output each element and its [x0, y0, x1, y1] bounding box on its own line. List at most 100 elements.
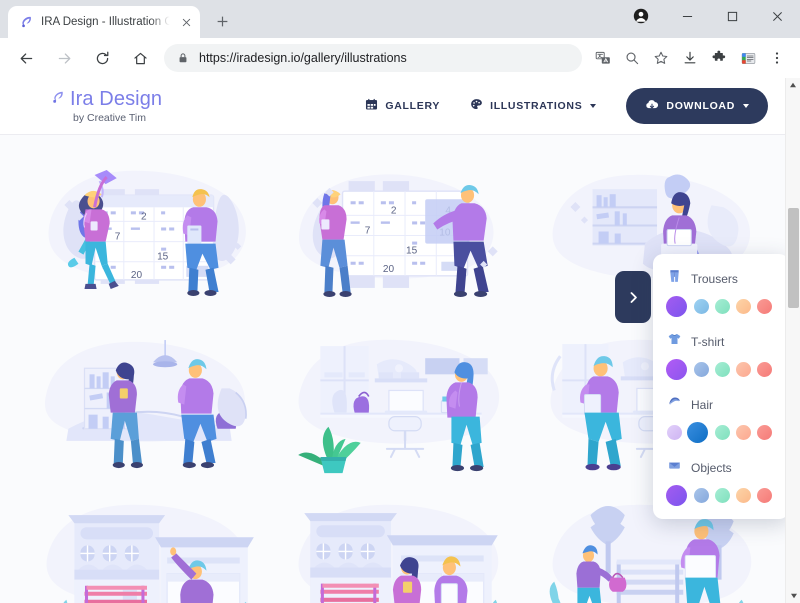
tab-close-icon[interactable] [178, 14, 194, 30]
page-scrollbar[interactable] [785, 78, 800, 603]
download-button[interactable]: DOWNLOAD [626, 88, 768, 124]
color-customizer-panel[interactable]: Trousers T-shirt Hair Objects [653, 254, 789, 519]
color-swatch[interactable] [666, 296, 687, 317]
svg-text:20: 20 [131, 270, 143, 281]
chevron-down-icon [743, 104, 749, 108]
site-header: Ira Design by Creative Tim GALLERY ILLUS… [0, 78, 800, 135]
lock-icon [176, 45, 190, 71]
customizer-label: Objects [691, 460, 732, 475]
scroll-up-arrow-icon[interactable] [786, 78, 800, 92]
back-arrow-icon[interactable] [12, 44, 40, 72]
customizer-group-hair: Hair [653, 394, 789, 443]
svg-text:15: 15 [157, 252, 169, 263]
tab-strip: IRA Design - Illustration Gallery [0, 0, 800, 38]
customizer-group-tshirt: T-shirt [653, 331, 789, 380]
browser-tab[interactable]: IRA Design - Illustration Gallery [8, 6, 200, 38]
customizer-label: Trousers [691, 271, 738, 286]
tab-title: IRA Design - Illustration Gallery [41, 16, 171, 28]
scrollbar-thumb[interactable] [788, 208, 799, 308]
download-button-label: DOWNLOAD [666, 100, 735, 112]
objects-icon [667, 457, 682, 478]
color-swatch[interactable] [736, 299, 751, 314]
window-controls [665, 0, 800, 32]
color-swatch[interactable] [715, 362, 730, 377]
bookmark-star-icon[interactable] [648, 45, 674, 71]
zoom-search-icon[interactable] [619, 45, 645, 71]
color-swatch[interactable] [694, 362, 709, 377]
maximize-icon[interactable] [710, 0, 755, 32]
nav-gallery[interactable]: GALLERY [365, 98, 440, 114]
svg-text:7: 7 [115, 232, 121, 243]
customizer-group-trousers: Trousers [653, 268, 789, 317]
browser-profile-icon[interactable] [735, 45, 761, 71]
color-swatch[interactable] [667, 425, 682, 440]
tshirt-icon [667, 331, 682, 352]
chevron-down-icon [590, 104, 597, 108]
brand-name: Ira Design [70, 88, 163, 110]
hair-icon [667, 394, 682, 415]
color-swatch[interactable] [666, 359, 687, 380]
site-nav: GALLERY ILLUSTRATIONS DOWNLOAD [365, 88, 768, 124]
carousel-next-button[interactable] [615, 271, 651, 323]
illustration-card[interactable] [22, 314, 274, 479]
nav-illustrations[interactable]: ILLUSTRATIONS [470, 98, 597, 114]
forward-arrow-icon [50, 44, 78, 72]
address-bar-url: https://iradesign.io/gallery/illustratio… [199, 51, 407, 65]
trousers-icon [667, 268, 682, 289]
color-swatch[interactable] [736, 425, 751, 440]
page-viewport: Ira Design by Creative Tim GALLERY ILLUS… [0, 78, 800, 603]
color-swatch[interactable] [694, 299, 709, 314]
customizer-swatches [666, 485, 789, 506]
illustration-card[interactable] [22, 479, 274, 603]
minimize-icon[interactable] [665, 0, 710, 32]
color-swatch[interactable] [757, 488, 772, 503]
color-swatch[interactable] [757, 362, 772, 377]
color-swatch[interactable] [757, 425, 772, 440]
svg-text:15: 15 [406, 246, 418, 257]
color-swatch[interactable] [687, 422, 708, 443]
illustration-card[interactable]: 24 710 1520 [22, 149, 274, 314]
customizer-swatches [667, 422, 789, 443]
color-swatch[interactable] [715, 299, 730, 314]
new-tab-button[interactable] [208, 7, 236, 35]
illustration-card[interactable] [274, 479, 526, 603]
brand-subtitle: by Creative Tim [73, 112, 146, 124]
customizer-label: T-shirt [691, 334, 725, 349]
color-swatch[interactable] [757, 299, 772, 314]
illustration-card[interactable] [274, 314, 526, 479]
extensions-puzzle-icon[interactable] [706, 45, 732, 71]
customizer-label: Hair [691, 397, 714, 412]
calendar-grid-icon [365, 98, 378, 114]
translate-icon[interactable] [590, 45, 616, 71]
download-icon[interactable] [677, 45, 703, 71]
window-close-icon[interactable] [755, 0, 800, 32]
svg-text:20: 20 [383, 264, 395, 275]
nav-gallery-label: GALLERY [385, 100, 441, 112]
brand[interactable]: Ira Design by Creative Tim [50, 88, 162, 124]
three-dot-menu-icon[interactable] [764, 45, 790, 71]
palette-icon [470, 98, 483, 114]
color-swatch[interactable] [715, 425, 730, 440]
svg-text:7: 7 [365, 226, 371, 237]
color-swatch[interactable] [736, 362, 751, 377]
profile-avatar-icon[interactable] [629, 4, 653, 28]
color-swatch[interactable] [736, 488, 751, 503]
color-swatch[interactable] [694, 488, 709, 503]
reload-icon[interactable] [88, 44, 116, 72]
nav-illustrations-label: ILLUSTRATIONS [490, 100, 583, 112]
svg-text:2: 2 [391, 205, 397, 216]
color-swatch[interactable] [715, 488, 730, 503]
chevron-right-icon [630, 291, 637, 303]
illustration-card[interactable]: 24 710 1520 [274, 149, 526, 314]
toolbar-actions [590, 45, 792, 71]
home-icon[interactable] [126, 44, 154, 72]
address-bar[interactable]: https://iradesign.io/gallery/illustratio… [164, 44, 582, 72]
browser-window: IRA Design - Illustration Gallery [0, 0, 800, 603]
color-swatch[interactable] [666, 485, 687, 506]
browser-toolbar: https://iradesign.io/gallery/illustratio… [0, 38, 800, 78]
cloud-download-icon [645, 98, 659, 114]
scroll-down-arrow-icon[interactable] [786, 589, 800, 603]
customizer-group-objects: Objects [653, 457, 789, 506]
customizer-swatches [666, 359, 789, 380]
ira-design-favicon [18, 14, 34, 30]
